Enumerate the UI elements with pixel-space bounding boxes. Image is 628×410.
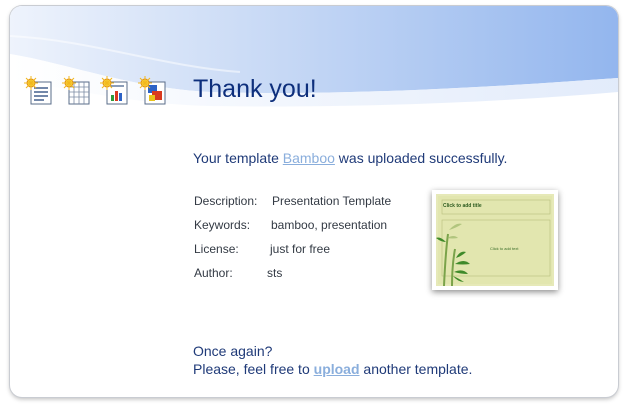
detail-key: Keywords: xyxy=(194,218,251,232)
thumbnail-body-placeholder: Click to add text xyxy=(490,246,519,251)
template-details: Description: Presentation Template Keywo… xyxy=(194,192,424,288)
detail-value: just for free xyxy=(270,242,331,256)
closing-message: Once again? Please, feel free to upload … xyxy=(193,342,472,378)
template-name-link[interactable]: Bamboo xyxy=(283,150,335,166)
page-title: Thank you! xyxy=(193,75,317,103)
closing-prefix: Please, feel free to xyxy=(193,361,314,377)
closing-line-2: Please, feel free to upload another temp… xyxy=(193,360,472,378)
detail-value: sts xyxy=(267,266,283,280)
detail-key: Author: xyxy=(194,266,233,280)
closing-line-1: Once again? xyxy=(193,343,273,359)
template-preview-thumbnail[interactable]: Click to add title Click to add text xyxy=(432,190,558,290)
thumbnail-title-placeholder: Click to add title xyxy=(443,203,482,209)
detail-author: Author: sts xyxy=(194,264,424,288)
app-icons xyxy=(24,76,174,106)
upload-success-message: Your template Bamboo was uploaded succes… xyxy=(193,150,507,166)
success-prefix: Your template xyxy=(193,150,283,166)
detail-key: Description: xyxy=(194,194,258,208)
new-document-icon xyxy=(24,76,52,105)
closing-suffix: another template. xyxy=(359,361,473,377)
detail-license: License: just for free xyxy=(194,240,424,264)
new-spreadsheet-icon xyxy=(62,76,90,105)
page-window: Thank you! Your template Bamboo was uplo… xyxy=(10,6,618,397)
upload-link[interactable]: upload xyxy=(314,361,360,377)
new-chart-document-icon xyxy=(100,76,128,105)
new-presentation-icon xyxy=(138,76,166,105)
detail-description: Description: Presentation Template xyxy=(194,192,424,216)
detail-key: License: xyxy=(194,242,239,256)
detail-keywords: Keywords: bamboo, presentation xyxy=(194,216,424,240)
success-suffix: was uploaded successfully. xyxy=(334,150,508,166)
header-banner xyxy=(10,6,618,126)
detail-value: bamboo, presentation xyxy=(271,218,388,232)
detail-value: Presentation Template xyxy=(272,194,392,208)
